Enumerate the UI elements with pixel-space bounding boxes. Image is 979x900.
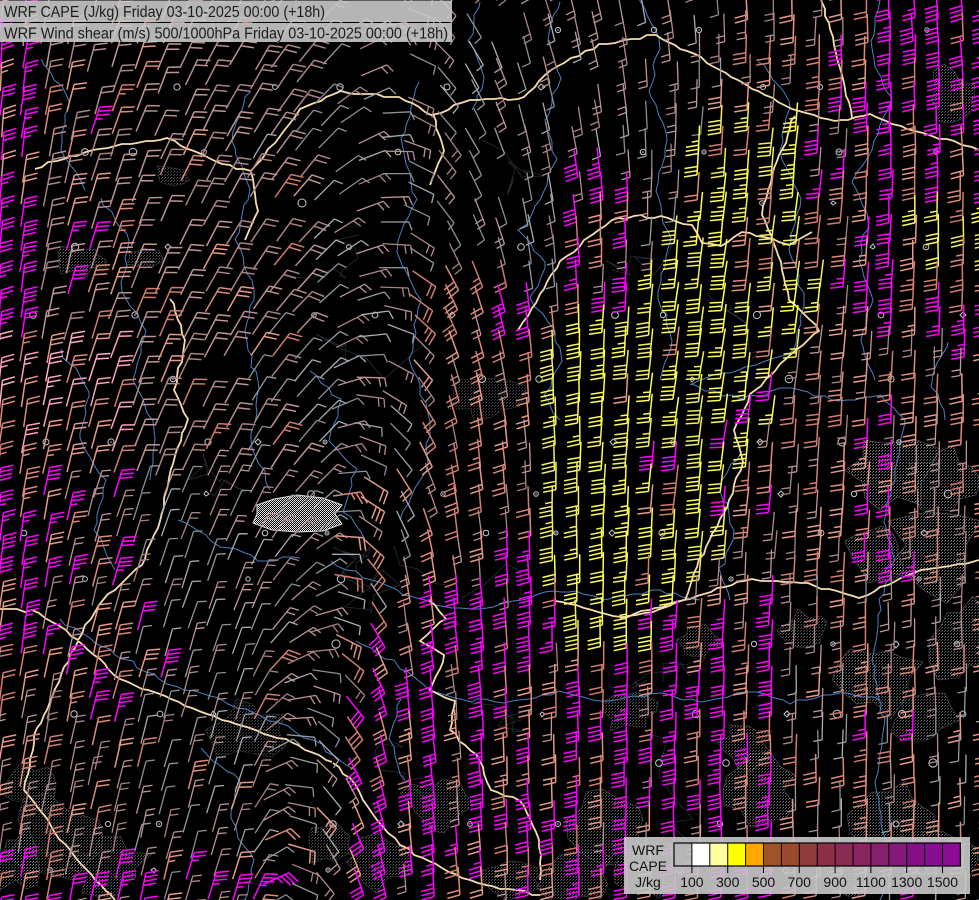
svg-text:900: 900 xyxy=(823,874,847,890)
svg-text:700: 700 xyxy=(788,874,812,890)
svg-text:1100: 1100 xyxy=(856,874,886,890)
svg-text:500: 500 xyxy=(752,874,776,890)
svg-text:WRF Wind shear (m/s) 500/1000h: WRF Wind shear (m/s) 500/1000hPa Friday … xyxy=(4,26,448,43)
svg-text:1300: 1300 xyxy=(891,874,922,890)
svg-text:WRF CAPE (J/kg) Friday 03-10-2: WRF CAPE (J/kg) Friday 03-10-2025 00:00 … xyxy=(4,4,325,21)
svg-text:1500: 1500 xyxy=(927,874,958,890)
svg-text:CAPE: CAPE xyxy=(629,858,667,874)
svg-text:WRF: WRF xyxy=(632,842,664,858)
svg-text:300: 300 xyxy=(716,874,740,890)
svg-text:100: 100 xyxy=(680,874,704,890)
svg-text:J/kg: J/kg xyxy=(635,874,661,890)
